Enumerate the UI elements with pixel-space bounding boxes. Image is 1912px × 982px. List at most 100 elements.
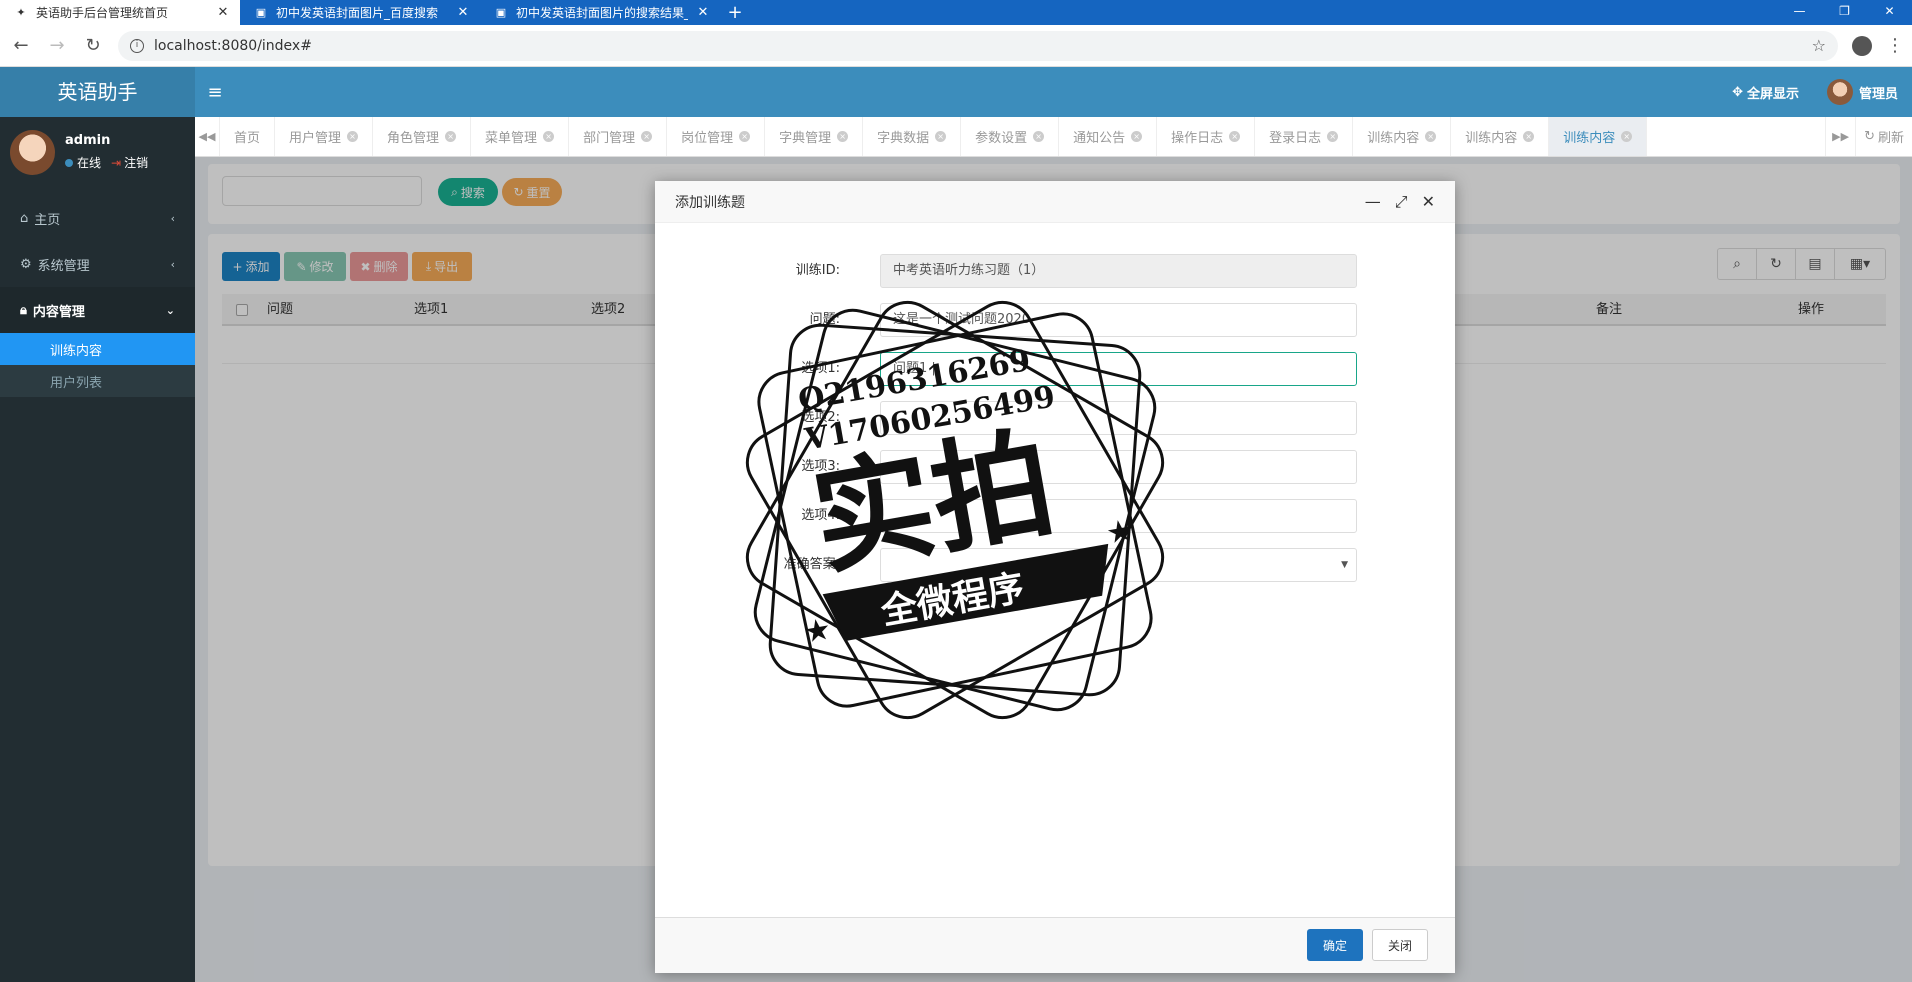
tab-label: 训练内容 — [1563, 131, 1616, 146]
back-arrow-icon[interactable]: ← — [10, 35, 32, 56]
reload-icon[interactable]: ↻ — [82, 35, 104, 56]
new-tab-button[interactable]: + — [720, 0, 750, 25]
field-label: 选项1: — [801, 361, 840, 376]
browser-tab-3[interactable]: ▣ 初中发英语封面图片的搜索结果_ ✕ — [480, 0, 720, 25]
sidebar-item-home[interactable]: ⌂ 主页 ‹ — [0, 195, 195, 241]
user-menu[interactable]: 管理员 — [1826, 79, 1898, 105]
tab-dict-data[interactable]: 字典数据 × — [863, 117, 962, 156]
tab-dict-mgmt[interactable]: 字典管理 × — [765, 117, 864, 156]
close-icon[interactable]: × — [1131, 131, 1143, 142]
close-tab-icon[interactable]: ✕ — [216, 5, 230, 20]
hamburger-icon[interactable]: ≡ — [195, 82, 235, 103]
form-row-question: 问题: 这是一个测试问题2020 — [655, 303, 1455, 337]
close-icon[interactable]: ✕ — [1422, 192, 1435, 212]
tab-menu-mgmt[interactable]: 菜单管理 × — [471, 117, 570, 156]
tab-post-mgmt[interactable]: 岗位管理 × — [667, 117, 766, 156]
answer-select[interactable]: ▼ — [880, 548, 1357, 582]
close-icon[interactable]: × — [1621, 131, 1633, 142]
maximize-icon[interactable]: ⤢ — [1395, 192, 1408, 212]
app-logo[interactable]: 英语助手 — [0, 67, 195, 117]
online-dot-icon — [65, 159, 73, 167]
info-icon[interactable]: i — [130, 38, 144, 53]
content-tab-bar: ◀◀ 首页 用户管理 × 角色管理 × 菜单管理 × 部门管理 × 岗位管理 × 字典管理… — [195, 117, 1912, 157]
tab-label: 登录日志 — [1269, 131, 1322, 146]
sidebar-subitem-training[interactable]: 训练内容 — [0, 333, 195, 365]
close-icon[interactable]: × — [1425, 131, 1437, 142]
option3-field[interactable] — [880, 450, 1357, 484]
url-field[interactable]: i localhost:8080/index# ☆ — [118, 30, 1838, 61]
sidebar-item-label: 系统管理 — [37, 258, 90, 274]
close-icon[interactable]: × — [347, 131, 359, 142]
tab-training-3[interactable]: 训练内容 × — [1549, 117, 1648, 156]
forward-arrow-icon[interactable]: → — [46, 35, 68, 56]
close-icon[interactable]: × — [1327, 131, 1339, 142]
fullscreen-label: 全屏显示 — [1746, 86, 1799, 102]
form-row-answer: 准确答案: ▼ — [655, 548, 1455, 582]
tab-label: 训练内容 — [1465, 131, 1518, 146]
option2-field[interactable] — [880, 401, 1357, 435]
field-label: 问题: — [809, 312, 840, 327]
close-icon[interactable]: × — [641, 131, 653, 142]
option1-field[interactable]: 问题1 | — [880, 352, 1357, 386]
dialog-title: 添加训练题 — [675, 194, 745, 211]
tab-params[interactable]: 参数设置 × — [961, 117, 1060, 156]
close-icon[interactable]: × — [739, 131, 751, 142]
confirm-button[interactable]: 确定 — [1307, 929, 1363, 961]
sidebar-item-content[interactable]: 🔒︎ 内容管理 ⌄ — [0, 287, 195, 333]
scroll-right-icon[interactable]: ▶▶ — [1825, 117, 1855, 156]
minimize-icon[interactable]: — — [1777, 0, 1822, 25]
close-icon[interactable]: × — [445, 131, 457, 142]
username: admin — [65, 133, 111, 148]
sidebar-subitem-users[interactable]: 用户列表 — [0, 365, 195, 397]
close-icon[interactable]: × — [543, 131, 555, 142]
form-row-option4: 选项4: — [655, 499, 1455, 533]
refresh-button[interactable]: ↻ 刷新 — [1855, 117, 1912, 156]
sidebar-item-label: 主页 — [34, 212, 61, 228]
close-button[interactable]: 关闭 — [1372, 929, 1428, 961]
minimize-icon[interactable]: — — [1365, 192, 1381, 212]
tab-login-log[interactable]: 登录日志 × — [1255, 117, 1354, 156]
tab-label: 首页 — [234, 131, 261, 146]
close-window-icon[interactable]: ✕ — [1867, 0, 1912, 25]
tab-dept-mgmt[interactable]: 部门管理 × — [569, 117, 668, 156]
user-panel: admin 在线 ⇥ 注销 — [0, 117, 195, 187]
tab-label: 角色管理 — [387, 131, 440, 146]
tab-label: 训练内容 — [1367, 131, 1420, 146]
form-row-option1: 选项1: 问题1 | — [655, 352, 1455, 386]
question-field[interactable]: 这是一个测试问题2020 — [880, 303, 1357, 337]
close-icon[interactable]: × — [1229, 131, 1241, 142]
option4-field[interactable] — [880, 499, 1357, 533]
tab-user-mgmt[interactable]: 用户管理 × — [275, 117, 374, 156]
tab-notices[interactable]: 通知公告 × — [1059, 117, 1158, 156]
image-favicon-icon: ▣ — [495, 5, 507, 19]
tab-home[interactable]: 首页 — [220, 117, 276, 156]
close-icon[interactable]: × — [837, 131, 849, 142]
tab-label: 参数设置 — [975, 131, 1028, 146]
close-tab-icon[interactable]: ✕ — [696, 5, 710, 20]
restore-icon[interactable]: ❐ — [1822, 0, 1867, 25]
tab-label: 字典数据 — [877, 131, 930, 146]
close-icon[interactable]: × — [935, 131, 947, 142]
bookmark-star-icon[interactable]: ☆ — [1812, 36, 1826, 55]
logout-link[interactable]: ⇥ 注销 — [111, 154, 148, 171]
sidebar-item-system[interactable]: ⚙ 系统管理 ‹ — [0, 241, 195, 287]
fullscreen-button[interactable]: ✥ 全屏显示 — [1732, 83, 1799, 102]
top-navbar: ≡ ✥ 全屏显示 管理员 — [195, 67, 1912, 117]
sidebar: admin 在线 ⇥ 注销 ⌂ 主页 ‹ ⚙ 系统管理 ‹ 🔒︎ 内容管理 ⌄ 训… — [0, 117, 195, 982]
more-menu-icon[interactable]: ⋮ — [1886, 35, 1904, 56]
close-icon[interactable]: × — [1033, 131, 1045, 142]
form-row-option2: 选项2: — [655, 401, 1455, 435]
training-id-field[interactable]: 中考英语听力练习题（1） — [880, 254, 1357, 288]
tab-role-mgmt[interactable]: 角色管理 × — [373, 117, 472, 156]
browser-tab-title: 初中发英语封面图片的搜索结果_ — [516, 6, 688, 20]
browser-tab-1[interactable]: ✦ 英语助手后台管理统首页 ✕ — [0, 0, 240, 25]
close-tab-icon[interactable]: ✕ — [456, 5, 470, 20]
tab-training-2[interactable]: 训练内容 × — [1451, 117, 1550, 156]
browser-tab-2[interactable]: ▣ 初中发英语封面图片_百度搜索 ✕ — [240, 0, 480, 25]
tab-oper-log[interactable]: 操作日志 × — [1157, 117, 1256, 156]
tab-training-1[interactable]: 训练内容 × — [1353, 117, 1452, 156]
close-icon[interactable]: × — [1523, 131, 1535, 142]
scroll-left-icon[interactable]: ◀◀ — [195, 117, 220, 156]
profile-icon[interactable] — [1852, 35, 1872, 56]
browser-tab-title: 初中发英语封面图片_百度搜索 — [276, 6, 439, 20]
